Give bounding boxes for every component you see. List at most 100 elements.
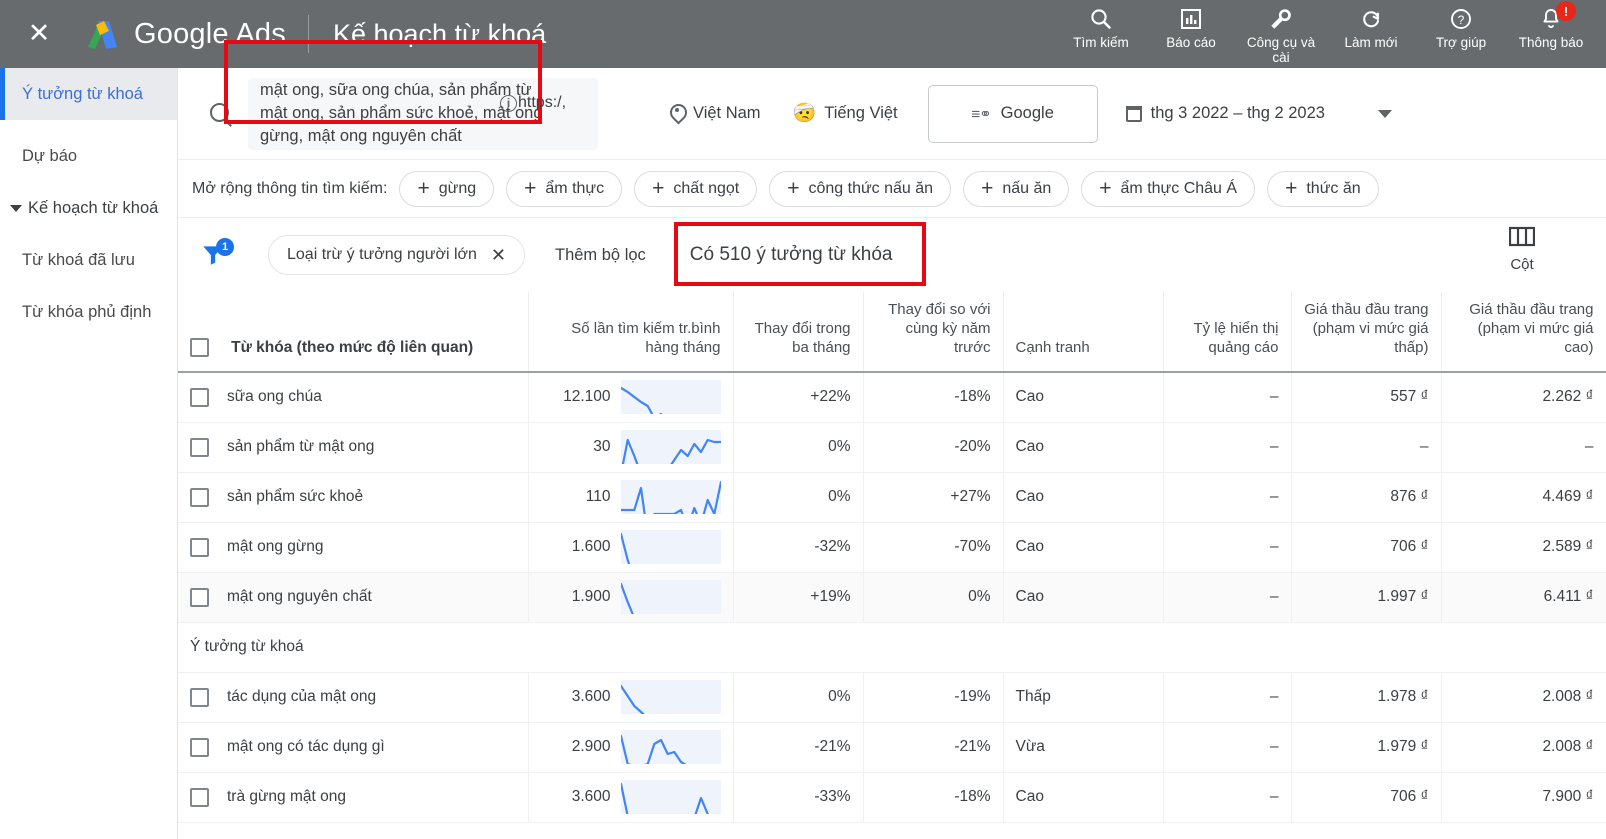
table-row[interactable]: trà gừng mật ong3.600-33%-18%Cao–706 ₫7.… [178, 772, 1606, 822]
cell-keyword[interactable]: mật ong gừng [178, 522, 528, 572]
cell-yoy-change: -18% [863, 772, 1003, 822]
brand-title: Google Ads [134, 18, 286, 51]
table-row[interactable]: mật ong có tác dụng gì2.900-21%-21%Vừa–1… [178, 722, 1606, 772]
top-action-label: Làm mới [1328, 35, 1414, 50]
select-all-checkbox[interactable] [190, 338, 209, 357]
column-header-three-month-change[interactable]: Thay đổi trong ba tháng [733, 292, 863, 372]
location-selector[interactable]: Việt Nam [668, 104, 761, 124]
cell-keyword[interactable]: sản phẩm sức khoẻ [178, 472, 528, 522]
cell-bid-high: 6.411 ₫ [1441, 572, 1606, 622]
table-row[interactable]: sữa ong chúa12.100+22%-18%Cao–557 ₫2.262… [178, 372, 1606, 422]
column-header-ad-impression-share[interactable]: Tỷ lệ hiển thị quảng cáo [1163, 292, 1291, 372]
sidebar-item-label: Ý tưởng từ khoá [22, 85, 143, 104]
cell-bid-high: 2.008 ₫ [1441, 722, 1606, 772]
language-label: Tiếng Việt [824, 104, 897, 123]
cell-keyword[interactable]: mật ong có tác dụng gì [178, 722, 528, 772]
cell-keyword[interactable]: sản phẩm từ mật ong [178, 422, 528, 472]
add-filter-button[interactable]: Thêm bộ lọc [555, 246, 646, 265]
row-checkbox[interactable] [190, 488, 209, 507]
calendar-icon [1126, 106, 1142, 122]
column-header-top-of-page-bid-low[interactable]: Giá thầu đầu trang (phạm vi mức giá thấp… [1291, 292, 1441, 372]
column-header-keyword[interactable]: Từ khóa (theo mức độ liên quan) [178, 292, 528, 372]
cell-avg-monthly-searches: 1.900 [528, 572, 733, 622]
columns-button[interactable]: Cột [1490, 226, 1554, 273]
language-selector[interactable]: 🤕 Tiếng Việt [793, 104, 898, 123]
cell-three-month-change: -32% [733, 522, 863, 572]
cell-competition: Cao [1003, 372, 1163, 422]
row-checkbox[interactable] [190, 738, 209, 757]
sidebar-item-forecast[interactable]: Dự báo [0, 130, 177, 182]
row-checkbox[interactable] [190, 538, 209, 557]
page-title: Kế hoạch từ khoá [333, 19, 546, 50]
expand-chip-asian-cuisine[interactable]: +ẩm thực Châu Á [1081, 171, 1255, 207]
search-query-text: mật ong, sữa ong chúa, sản phẩm từ mật o… [260, 79, 560, 148]
table-row[interactable]: sản phẩm từ mật ong300%-20%Cao––– [178, 422, 1606, 472]
row-checkbox[interactable] [190, 788, 209, 807]
expand-chip-food[interactable]: +thức ăn [1267, 171, 1379, 207]
filter-funnel-icon[interactable]: 1 [200, 240, 234, 270]
top-action-notifications[interactable]: ! Thông báo [1506, 0, 1596, 68]
top-action-refresh[interactable]: Làm mới [1326, 0, 1416, 68]
column-header-label: Từ khóa (theo mức độ liên quan) [231, 339, 473, 356]
table-row[interactable]: tác dụng của mật ong3.6000%-19%Thấp–1.97… [178, 672, 1606, 722]
main-content: mật ong, sữa ong chúa, sản phẩm từ mật o… [178, 68, 1606, 839]
expand-chip-sweetener[interactable]: +chất ngọt [634, 171, 757, 207]
date-range-selector[interactable]: thg 3 2022 – thg 2 2023 [1126, 104, 1392, 123]
cell-bid-low: 706 ₫ [1291, 772, 1441, 822]
column-header-avg-monthly-searches[interactable]: Số lần tìm kiếm tr.bình hàng tháng [528, 292, 733, 372]
row-checkbox[interactable] [190, 688, 209, 707]
top-action-search[interactable]: Tìm kiếm [1056, 0, 1146, 68]
cell-bid-high: 7.900 ₫ [1441, 772, 1606, 822]
cell-bid-high: – [1441, 422, 1606, 472]
sidebar-item-saved-keywords[interactable]: Từ khoá đã lưu [0, 234, 177, 286]
top-action-help[interactable]: ? Trợ giúp [1416, 0, 1506, 68]
expand-search-label: Mở rộng thông tin tìm kiếm: [192, 180, 387, 198]
table-row[interactable]: mật ong nguyên chất1.900+19%0%Cao–1.997 … [178, 572, 1606, 622]
cell-keyword[interactable]: sữa ong chúa [178, 372, 528, 422]
expand-chip-ginger[interactable]: +gừng [399, 171, 494, 207]
expand-chip-cooking[interactable]: +nấu ăn [963, 171, 1069, 207]
top-action-label: Trợ giúp [1418, 35, 1504, 50]
top-actions: Tìm kiếm Báo cáo Công cụ và cài Làm mới … [1056, 0, 1596, 68]
cell-keyword[interactable]: tác dụng của mật ong [178, 672, 528, 722]
chevron-down-icon[interactable] [1378, 110, 1392, 118]
search-volume-sparkline [621, 780, 721, 814]
chip-label: ẩm thực [545, 180, 604, 198]
active-filter-chip[interactable]: Loại trừ ý tưởng người lớn ✕ [268, 235, 525, 275]
url-hint[interactable]: i https:/, [500, 94, 566, 112]
plus-icon: + [417, 180, 429, 198]
cell-bid-high: 2.262 ₫ [1441, 372, 1606, 422]
top-action-reports[interactable]: Báo cáo [1146, 0, 1236, 68]
chip-label: ẩm thực Châu Á [1121, 180, 1238, 198]
search-volume-sparkline [621, 430, 721, 464]
column-header-top-of-page-bid-high[interactable]: Giá thầu đầu trang (phạm vi mức giá cao) [1441, 292, 1606, 372]
network-selector[interactable]: ≡⚭ Google [928, 85, 1098, 143]
cell-bid-low: 706 ₫ [1291, 522, 1441, 572]
cell-competition: Cao [1003, 572, 1163, 622]
expand-chip-recipe[interactable]: +công thức nấu ăn [769, 171, 951, 207]
close-icon[interactable]: ✕ [491, 245, 506, 266]
section-label: Ý tưởng từ khoá [178, 622, 1606, 672]
top-action-tools[interactable]: Công cụ và cài [1236, 0, 1326, 68]
cell-keyword[interactable]: trà gừng mật ong [178, 772, 528, 822]
sidebar-item-keyword-ideas[interactable]: Ý tưởng từ khoá [0, 68, 177, 120]
sidebar-item-negative-keywords[interactable]: Từ khóa phủ định [0, 286, 177, 338]
table-row[interactable]: sản phẩm sức khoẻ1100%+27%Cao–876 ₫4.469… [178, 472, 1606, 522]
plus-icon: + [787, 180, 799, 198]
network-label: Google [1001, 104, 1054, 123]
location-label: Việt Nam [693, 104, 761, 123]
row-checkbox[interactable] [190, 438, 209, 457]
expand-chip-cuisine[interactable]: +ẩm thực [506, 171, 622, 207]
column-header-competition[interactable]: Cạnh tranh [1003, 292, 1163, 372]
close-icon[interactable]: ✕ [26, 21, 52, 47]
table-row[interactable]: mật ong gừng1.600-32%-70%Cao–706 ₫2.589 … [178, 522, 1606, 572]
cell-three-month-change: +22% [733, 372, 863, 422]
column-header-yoy-change[interactable]: Thay đổi so với cùng kỳ năm trước [863, 292, 1003, 372]
volume-text: 1.600 [572, 538, 611, 556]
row-checkbox[interactable] [190, 588, 209, 607]
row-checkbox[interactable] [190, 388, 209, 407]
search-input[interactable]: mật ong, sữa ong chúa, sản phẩm từ mật o… [248, 78, 598, 150]
plus-icon: + [652, 180, 664, 198]
cell-keyword[interactable]: mật ong nguyên chất [178, 572, 528, 622]
sidebar-item-keyword-plan[interactable]: Kế hoạch từ khoá [0, 182, 177, 234]
